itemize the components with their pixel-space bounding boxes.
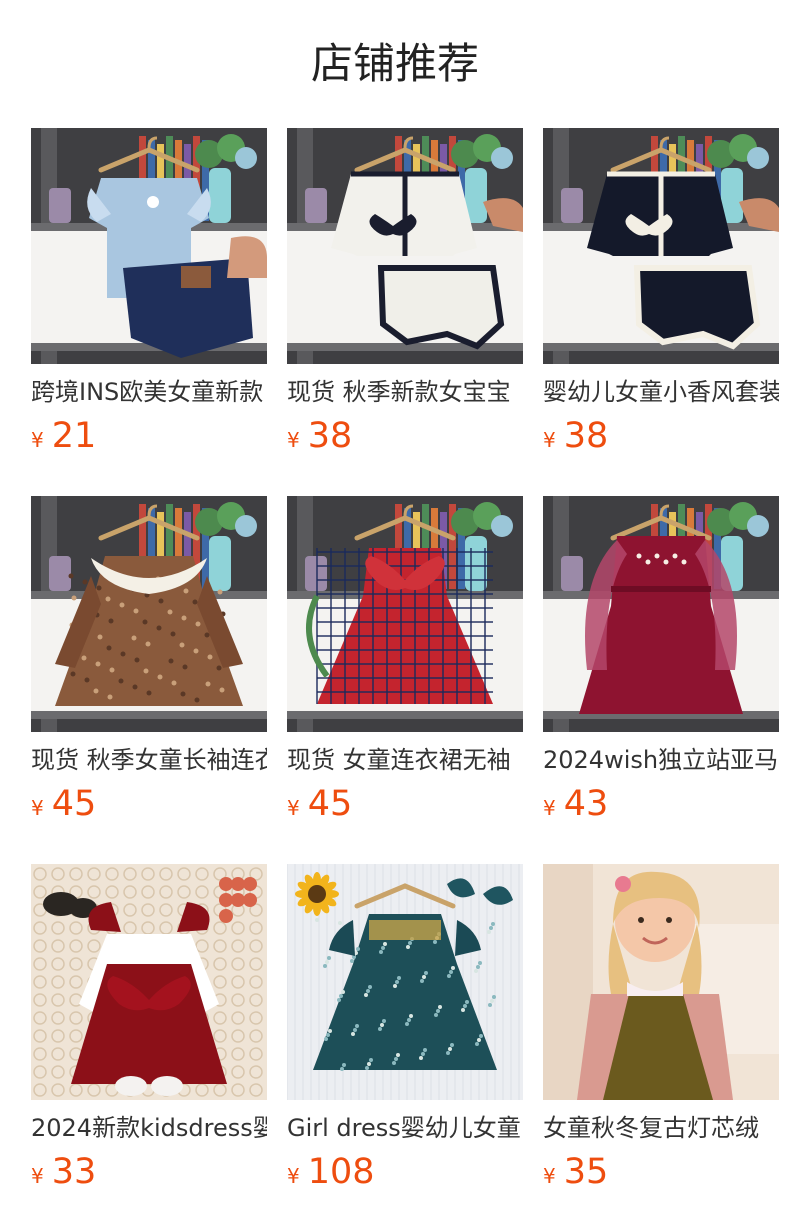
product-card[interactable]: Girl dress婴幼儿女童 ¥108 — [287, 864, 523, 1232]
price-amount: 38 — [307, 416, 353, 456]
price-amount: 108 — [307, 1152, 375, 1192]
product-price: ¥43 — [543, 784, 779, 830]
currency-symbol: ¥ — [31, 796, 44, 820]
store-recommendations-page: 店铺推荐 跨境INS欧美女童新款 ¥21 现货 秋季新款女宝宝 ¥38 婴幼儿女… — [0, 0, 790, 1232]
product-price: ¥35 — [543, 1152, 779, 1198]
price-amount: 21 — [51, 416, 97, 456]
currency-symbol: ¥ — [287, 428, 300, 452]
product-image[interactable] — [31, 496, 267, 732]
product-image[interactable] — [287, 128, 523, 364]
product-image[interactable] — [543, 496, 779, 732]
product-price: ¥33 — [31, 1152, 267, 1198]
product-title[interactable]: 2024wish独立站亚马逊 — [543, 744, 779, 776]
product-photo — [287, 128, 523, 364]
product-image[interactable] — [287, 864, 523, 1100]
product-price: ¥21 — [31, 416, 267, 462]
product-title[interactable]: 跨境INS欧美女童新款 — [31, 376, 267, 408]
price-amount: 33 — [51, 1152, 97, 1192]
product-title[interactable]: 婴幼儿女童小香风套装 — [543, 376, 779, 408]
product-price: ¥108 — [287, 1152, 523, 1198]
product-image[interactable] — [543, 864, 779, 1100]
price-amount: 45 — [307, 784, 353, 824]
price-amount: 35 — [563, 1152, 609, 1192]
currency-symbol: ¥ — [287, 796, 300, 820]
product-card[interactable]: 女童秋冬复古灯芯绒 ¥35 — [543, 864, 779, 1232]
product-card[interactable]: 婴幼儿女童小香风套装 ¥38 — [543, 128, 779, 496]
product-price: ¥45 — [31, 784, 267, 830]
product-image[interactable] — [287, 496, 523, 732]
currency-symbol: ¥ — [287, 1164, 300, 1188]
product-title[interactable]: 女童秋冬复古灯芯绒 — [543, 1112, 779, 1144]
currency-symbol: ¥ — [31, 1164, 44, 1188]
product-card[interactable]: 2024wish独立站亚马逊 ¥43 — [543, 496, 779, 864]
product-card[interactable]: 现货 秋季新款女宝宝 ¥38 — [287, 128, 523, 496]
product-photo — [31, 128, 267, 364]
product-price: ¥38 — [287, 416, 523, 462]
product-title[interactable]: 现货 秋季女童长袖连衣裙 — [31, 744, 267, 776]
product-card[interactable]: 现货 秋季女童长袖连衣裙 ¥45 — [31, 496, 267, 864]
product-card[interactable]: 2024新款kidsdress婴 ¥33 — [31, 864, 267, 1232]
product-card[interactable]: 现货 女童连衣裙无袖 ¥45 — [287, 496, 523, 864]
currency-symbol: ¥ — [543, 1164, 556, 1188]
currency-symbol: ¥ — [543, 796, 556, 820]
product-image[interactable] — [31, 864, 267, 1100]
product-price: ¥38 — [543, 416, 779, 462]
product-image[interactable] — [543, 128, 779, 364]
currency-symbol: ¥ — [543, 428, 556, 452]
product-photo — [287, 864, 523, 1100]
product-photo — [31, 496, 267, 732]
product-grid: 跨境INS欧美女童新款 ¥21 现货 秋季新款女宝宝 ¥38 婴幼儿女童小香风套… — [31, 128, 790, 1232]
product-price: ¥45 — [287, 784, 523, 830]
price-amount: 43 — [563, 784, 609, 824]
product-image[interactable] — [31, 128, 267, 364]
product-photo — [31, 864, 267, 1100]
price-amount: 45 — [51, 784, 97, 824]
currency-symbol: ¥ — [31, 428, 44, 452]
section-title: 店铺推荐 — [310, 39, 479, 88]
product-card[interactable]: 跨境INS欧美女童新款 ¥21 — [31, 128, 267, 496]
price-amount: 38 — [563, 416, 609, 456]
product-photo — [543, 496, 779, 732]
product-title[interactable]: Girl dress婴幼儿女童 — [287, 1112, 523, 1144]
product-photo — [543, 864, 779, 1100]
product-photo — [543, 128, 779, 364]
product-title[interactable]: 现货 秋季新款女宝宝 — [287, 376, 523, 408]
product-title[interactable]: 2024新款kidsdress婴 — [31, 1112, 267, 1144]
product-photo — [287, 496, 523, 732]
product-title[interactable]: 现货 女童连衣裙无袖 — [287, 744, 523, 776]
